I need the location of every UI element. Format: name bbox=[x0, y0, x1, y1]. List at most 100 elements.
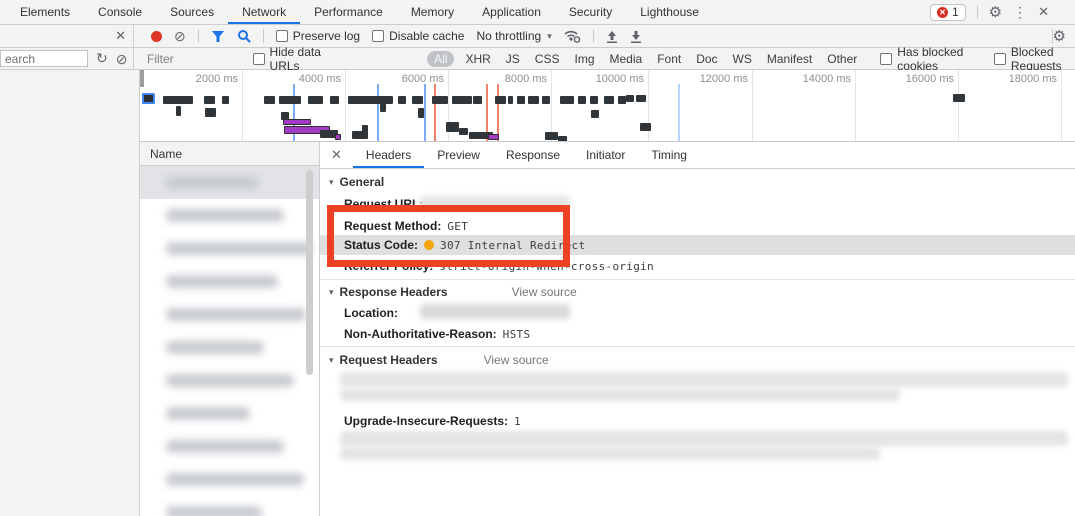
export-har-icon[interactable] bbox=[630, 30, 642, 43]
network-conditions-icon[interactable] bbox=[564, 29, 581, 43]
checkbox-box[interactable] bbox=[253, 53, 265, 65]
tab-lighthouse[interactable]: Lighthouse bbox=[626, 0, 713, 24]
refresh-search-icon[interactable]: ↻ bbox=[96, 50, 108, 67]
chevron-down-icon: ▾ bbox=[547, 31, 552, 42]
name-column-header[interactable]: Name bbox=[140, 142, 319, 166]
more-options-icon[interactable]: ⋮ bbox=[1013, 4, 1027, 21]
request-method-row: Request Method: GET bbox=[344, 219, 468, 233]
waterfall-bar bbox=[640, 123, 651, 131]
tab-security[interactable]: Security bbox=[555, 0, 626, 24]
section-divider bbox=[320, 346, 1075, 347]
filter-bar-main: Filter Hide data URLs AllXHRJSCSSImgMedi… bbox=[134, 48, 1075, 69]
tab-elements[interactable]: Elements bbox=[6, 0, 84, 24]
dcl-event-marker bbox=[424, 84, 426, 141]
hide-data-urls-checkbox[interactable]: Hide data URLs bbox=[253, 45, 326, 73]
filter-bar: ↻ ⊘ Filter Hide data URLs All XHR JS CSS Img… bbox=[0, 48, 1075, 70]
tab-performance[interactable]: Performance bbox=[300, 0, 397, 24]
request-row[interactable] bbox=[140, 364, 319, 397]
request-headers-section-header[interactable]: ▾ Request Headers View source bbox=[329, 353, 549, 367]
clear-search-icon[interactable]: ⊘ bbox=[116, 52, 128, 66]
view-source-link[interactable]: View source bbox=[484, 353, 549, 367]
filter-pill-all[interactable]: All bbox=[427, 51, 454, 67]
request-url-key: Request URL: bbox=[344, 197, 423, 211]
redacted-request-name bbox=[166, 275, 278, 288]
response-headers-section-header[interactable]: ▾ Response Headers View source bbox=[329, 285, 577, 299]
waterfall-bar bbox=[618, 96, 626, 104]
filter-input[interactable]: Filter bbox=[147, 52, 253, 66]
details-tabbar: ✕ HeadersPreviewResponseInitiatorTiming bbox=[320, 142, 1075, 169]
checkbox-box[interactable] bbox=[994, 53, 1006, 65]
status-code-row-highlight: Status Code: 307 Internal Redirect bbox=[320, 235, 1075, 255]
scrollbar-thumb[interactable] bbox=[306, 170, 313, 375]
separator bbox=[593, 29, 594, 43]
request-row[interactable] bbox=[140, 430, 319, 463]
tab-sources[interactable]: Sources bbox=[156, 0, 228, 24]
close-devtools-icon[interactable]: ✕ bbox=[1038, 4, 1049, 20]
search-input[interactable] bbox=[0, 50, 88, 67]
details-tab-headers[interactable]: Headers bbox=[353, 142, 424, 168]
filter-pill-doc[interactable]: Doc bbox=[696, 52, 717, 66]
timeline-tick-label: 18000 ms bbox=[987, 73, 1057, 85]
request-row[interactable] bbox=[140, 331, 319, 364]
preserve-log-label: Preserve log bbox=[293, 29, 360, 43]
tab-network[interactable]: Network bbox=[228, 0, 300, 24]
request-row[interactable] bbox=[140, 166, 319, 199]
tab-console[interactable]: Console bbox=[84, 0, 156, 24]
close-details-icon[interactable]: ✕ bbox=[320, 142, 353, 168]
has-blocked-cookies-checkbox[interactable]: Has blocked cookies bbox=[880, 45, 971, 73]
checkbox-box[interactable] bbox=[880, 53, 892, 65]
network-settings-gear-icon[interactable]: ⚙ bbox=[1053, 27, 1066, 45]
settings-gear-icon[interactable]: ⚙ bbox=[989, 3, 1002, 21]
filter-pill-font[interactable]: Font bbox=[657, 52, 681, 66]
error-count: 1 bbox=[952, 5, 959, 19]
checkbox-box[interactable] bbox=[372, 30, 384, 42]
request-row[interactable] bbox=[140, 298, 319, 331]
resource-type-filters: AllXHRJSCSSImgMediaFontDocWSManifestOthe… bbox=[431, 51, 857, 67]
timeline-gridline bbox=[551, 70, 552, 141]
request-row[interactable] bbox=[140, 232, 319, 265]
search-icon[interactable] bbox=[237, 29, 251, 43]
filter-funnel-icon[interactable] bbox=[211, 30, 225, 43]
clear-icon[interactable]: ⊘ bbox=[174, 29, 186, 43]
request-row[interactable] bbox=[140, 397, 319, 430]
console-error-badge[interactable]: ✕ 1 bbox=[930, 4, 966, 21]
filter-pill-img[interactable]: Img bbox=[574, 52, 594, 66]
details-tab-timing[interactable]: Timing bbox=[638, 142, 700, 168]
scrollbar[interactable] bbox=[306, 170, 313, 510]
tab-application[interactable]: Application bbox=[468, 0, 555, 24]
waterfall-bar bbox=[348, 96, 393, 104]
waterfall-bar bbox=[412, 96, 423, 104]
search-pane-header: ✕ bbox=[0, 25, 134, 47]
filter-pill-ws[interactable]: WS bbox=[733, 52, 752, 66]
tabbar-controls: ✕ 1 ⚙ ⋮ ✕ bbox=[930, 0, 1075, 24]
request-row[interactable] bbox=[140, 265, 319, 298]
preserve-log-checkbox[interactable]: Preserve log bbox=[276, 29, 360, 43]
general-section-header[interactable]: ▾ General bbox=[329, 175, 384, 189]
network-overview-timeline[interactable]: 2000 ms4000 ms6000 ms8000 ms10000 ms1200… bbox=[140, 70, 1075, 142]
filter-pill-js[interactable]: JS bbox=[506, 52, 520, 66]
checkbox-box[interactable] bbox=[276, 30, 288, 42]
request-row[interactable] bbox=[140, 199, 319, 232]
record-icon[interactable] bbox=[151, 31, 162, 42]
import-har-icon[interactable] bbox=[606, 30, 618, 43]
close-search-icon[interactable]: ✕ bbox=[115, 28, 126, 44]
details-tab-response[interactable]: Response bbox=[493, 142, 573, 168]
view-source-link[interactable]: View source bbox=[512, 285, 577, 299]
details-tab-preview[interactable]: Preview bbox=[424, 142, 493, 168]
redacted-request-url bbox=[420, 196, 570, 210]
disable-cache-checkbox[interactable]: Disable cache bbox=[372, 29, 464, 43]
filter-pill-other[interactable]: Other bbox=[827, 52, 857, 66]
redacted-request-name bbox=[166, 308, 306, 321]
throttling-dropdown[interactable]: No throttling ▾ bbox=[476, 29, 551, 43]
request-row[interactable] bbox=[140, 496, 319, 516]
disclosure-triangle-icon: ▾ bbox=[329, 287, 334, 298]
tab-memory[interactable]: Memory bbox=[397, 0, 468, 24]
details-tab-initiator[interactable]: Initiator bbox=[573, 142, 638, 168]
filter-pill-manifest[interactable]: Manifest bbox=[767, 52, 812, 66]
filter-pill-xhr[interactable]: XHR bbox=[465, 52, 490, 66]
filter-pill-css[interactable]: CSS bbox=[535, 52, 560, 66]
waterfall-bar bbox=[330, 96, 339, 104]
request-row[interactable] bbox=[140, 463, 319, 496]
filter-pill-media[interactable]: Media bbox=[610, 52, 643, 66]
blocked-requests-checkbox[interactable]: Blocked Requests bbox=[994, 45, 1075, 73]
